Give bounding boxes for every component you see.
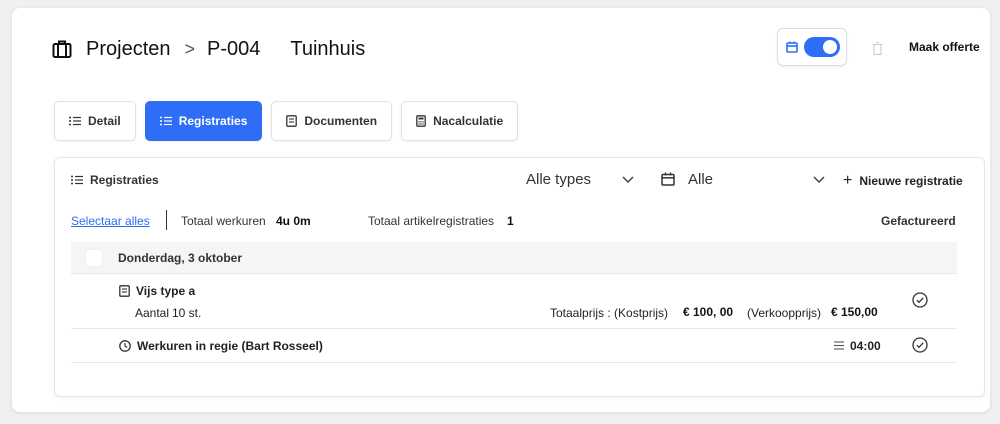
tab-documenten[interactable]: Documenten bbox=[271, 101, 393, 141]
plus-icon: + bbox=[843, 172, 853, 189]
item-title-text: Vijs type a bbox=[136, 284, 196, 298]
menu-lines-icon bbox=[834, 341, 844, 350]
check-circle-icon[interactable] bbox=[912, 337, 928, 353]
tab-label: Detail bbox=[88, 114, 121, 128]
new-registration-label: Nieuwe registratie bbox=[859, 174, 963, 188]
list-icon bbox=[69, 116, 81, 126]
sell-price-label: (Verkoopprijs) bbox=[747, 306, 822, 320]
item-title: Vijs type a bbox=[119, 284, 195, 298]
registraties-panel: Registraties Alle types Alle + Nieuwe re… bbox=[54, 157, 985, 397]
tab-registraties[interactable]: Registraties bbox=[144, 101, 263, 141]
calendar-icon bbox=[786, 41, 798, 53]
list-icon bbox=[159, 116, 172, 126]
select-all-link[interactable]: Selectaar alles bbox=[71, 214, 150, 228]
toggle-knob bbox=[823, 40, 837, 54]
cost-price-value: € 100, 00 bbox=[683, 305, 734, 319]
type-filter-select[interactable]: Alle types bbox=[526, 171, 591, 188]
quantity-label: Aantal bbox=[135, 306, 170, 320]
new-registration-button[interactable]: + Nieuwe registratie bbox=[843, 172, 963, 189]
tab-bar: Detail Registraties Documenten Nacalcula… bbox=[54, 101, 527, 141]
table-row[interactable]: Vijs type a Aantal 10 st. Totaalprijs : … bbox=[71, 274, 957, 329]
list-icon bbox=[71, 175, 83, 185]
day-label: Donderdag, 3 oktober bbox=[118, 251, 243, 265]
panel-title: Registraties bbox=[71, 173, 159, 187]
clock-icon bbox=[119, 340, 131, 352]
document-icon bbox=[286, 115, 298, 127]
briefcase-icon bbox=[52, 40, 72, 58]
total-price-label: Totaalprijs : (Kostprijs) bbox=[550, 306, 669, 320]
table-row[interactable]: Werkuren in regie (Bart Rosseel) 04:00 bbox=[71, 329, 957, 363]
project-code: P-004 bbox=[207, 37, 261, 60]
project-card: Projecten > P-004 Tuinhuis Maak offerte … bbox=[12, 8, 990, 412]
calendar-icon bbox=[661, 172, 675, 186]
article-icon bbox=[119, 285, 130, 297]
item-title-text: Werkuren in regie (Bart Rosseel) bbox=[137, 339, 323, 353]
day-checkbox[interactable] bbox=[85, 249, 103, 267]
day-group-header: Donderdag, 3 oktober bbox=[71, 242, 957, 274]
divider bbox=[166, 210, 167, 230]
calendar-toggle[interactable] bbox=[777, 28, 847, 66]
total-hours-value: 4u 0m bbox=[276, 214, 311, 228]
maak-offerte-button[interactable]: Maak offerte bbox=[909, 40, 980, 54]
tab-nacalculatie[interactable]: Nacalculatie bbox=[401, 101, 519, 141]
breadcrumb-projecten[interactable]: Projecten bbox=[86, 38, 171, 61]
item-title: Werkuren in regie (Bart Rosseel) bbox=[119, 339, 323, 353]
breadcrumb-separator: > bbox=[184, 38, 196, 59]
check-circle-icon[interactable] bbox=[912, 292, 928, 308]
total-articles-label: Totaal artikelregistraties bbox=[368, 214, 495, 228]
trash-icon[interactable] bbox=[872, 42, 883, 55]
sell-price-value: € 150,00 bbox=[831, 305, 878, 319]
panel-title-text: Registraties bbox=[90, 173, 159, 187]
tab-label: Registraties bbox=[178, 114, 248, 128]
chevron-down-icon[interactable] bbox=[622, 176, 634, 184]
toggle-switch[interactable] bbox=[804, 37, 840, 57]
project-name: Tuinhuis bbox=[290, 37, 366, 60]
tab-detail[interactable]: Detail bbox=[54, 101, 136, 141]
invoiced-header: Gefactureerd bbox=[881, 214, 956, 228]
page-header: Projecten > P-004 Tuinhuis bbox=[52, 36, 365, 62]
date-filter-select[interactable]: Alle bbox=[688, 171, 713, 188]
tab-label: Documenten bbox=[304, 114, 378, 128]
chevron-down-icon[interactable] bbox=[813, 176, 825, 184]
calculator-icon bbox=[416, 115, 426, 127]
total-articles-value: 1 bbox=[507, 214, 514, 228]
hours-value: 04:00 bbox=[850, 339, 881, 353]
quantity-value: 10 st. bbox=[172, 306, 202, 320]
tab-label: Nacalculatie bbox=[433, 114, 504, 128]
total-hours-label: Totaal werkuren bbox=[181, 214, 266, 228]
